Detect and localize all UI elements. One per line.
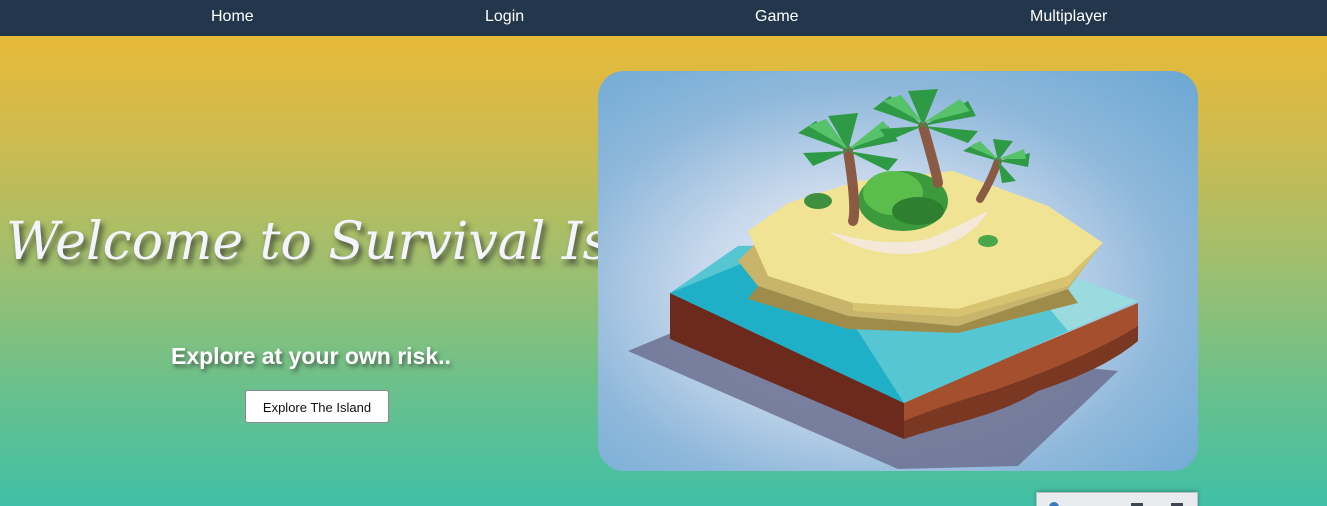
nav-game-link[interactable]: Game [755,0,799,36]
island-illustration-svg [628,89,1138,469]
hero-title: Welcome to Survival Island [6,212,598,272]
island-illustration [598,71,1198,471]
nav-login-link[interactable]: Login [485,0,524,36]
top-navbar: Home Login Game Multiplayer [0,0,1327,36]
explore-island-button[interactable]: Explore The Island [245,390,389,423]
hero-subtitle: Explore at your own risk.. [171,343,451,369]
nav-multiplayer-link[interactable]: Multiplayer [1030,0,1107,36]
browser-widget[interactable] [1036,492,1198,506]
nav-home-link[interactable]: Home [211,0,254,36]
browser-widget-icon [1049,502,1059,506]
